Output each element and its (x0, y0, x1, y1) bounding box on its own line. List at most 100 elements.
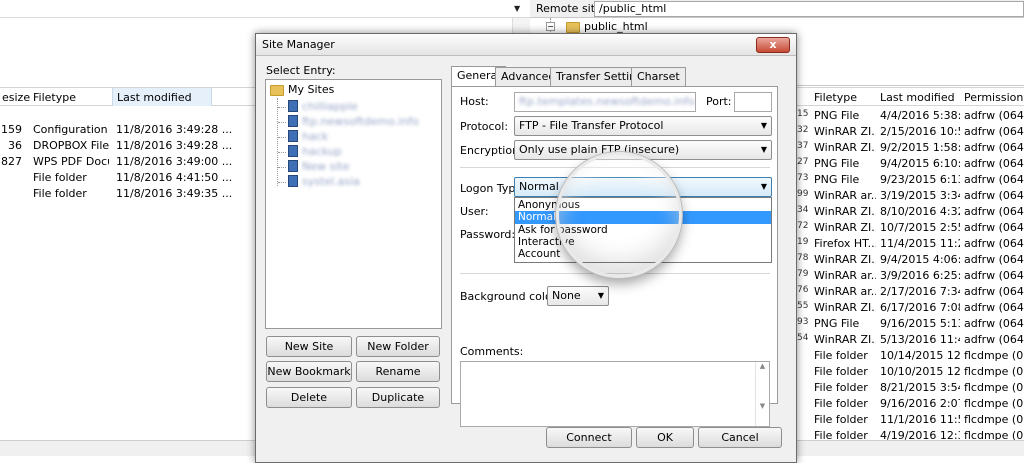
table-row[interactable]: 99 WinRAR ar... 3/19/2015 3:34:... adfrw (0… (790, 188, 1024, 204)
table-row[interactable]: 54 WinRAR ZI... 5/13/2016 11:4... adfrw (06… (790, 332, 1024, 348)
table-row[interactable]: File folder 11/8/2016 3:49:35 ... (0, 186, 256, 202)
ok-button[interactable]: OK (636, 427, 694, 448)
divider (460, 167, 770, 168)
table-row[interactable]: 34 WinRAR ZI... 8/10/2016 4:32:... adfrw (0… (790, 204, 1024, 220)
protocol-select[interactable]: FTP - File Transfer Protocol ▼ (514, 116, 772, 136)
table-row[interactable]: 36 DROPBOX File 11/8/2016 3:49:28 ... (0, 138, 256, 154)
tab-charset[interactable]: Charset (631, 67, 686, 86)
cell-filesize: 36 (8, 139, 22, 152)
column-header-filetype[interactable]: Filetype (33, 91, 76, 104)
table-row[interactable]: File folder 8/21/2015 3:54:... flcdmpe (07… (790, 380, 1024, 396)
table-row[interactable]: 27 PNG File 9/4/2015 6:10:5... adfrw (0644) (790, 156, 1024, 172)
close-button[interactable]: x (756, 37, 790, 53)
duplicate-button[interactable]: Duplicate (356, 387, 440, 408)
table-row[interactable]: File folder 10/14/2015 12:... flcdmpe (075… (790, 348, 1024, 364)
table-row[interactable]: 72 WinRAR ZI... 10/7/2015 2:55:... adfrw (0… (790, 220, 1024, 236)
host-input[interactable]: ftp.templates.newsoftdemo.info (514, 92, 696, 112)
cell-filesize: 72 (797, 221, 809, 231)
tree-line (277, 98, 278, 186)
table-row[interactable]: 159 Configuration ... 11/8/2016 3:49:28 ..… (0, 122, 256, 138)
column-header-permissions[interactable]: Permissions (964, 91, 1024, 104)
cell-last-modified: 5/13/2016 11:4... (880, 333, 960, 346)
cell-permissions: adfrw (0644) (964, 157, 1024, 170)
logon-option-account[interactable]: Account (515, 248, 771, 261)
encryption-select[interactable]: Only use plain FTP (insecure) ▼ (514, 140, 772, 160)
tree-line (278, 152, 286, 153)
cell-last-modified: 11/8/2016 3:49:28 ... (116, 123, 233, 136)
cell-filesize: 159 (1, 123, 22, 136)
background-color-select[interactable]: None ▼ (547, 286, 609, 306)
cell-permissions: flcdmpe (0755) (964, 397, 1024, 410)
comments-textarea[interactable]: ▲ ▼ (460, 361, 770, 427)
table-row[interactable]: File folder 11/1/2016 11:5... flcdmpe (075… (790, 412, 1024, 428)
table-row[interactable]: File folder 10/10/2015 12:... flcdmpe (075… (790, 364, 1024, 380)
cell-filesize: 73 (797, 173, 809, 183)
tree-node-public-html[interactable]: public_html (566, 20, 648, 33)
cell-permissions: flcdmpe (0755) (964, 365, 1024, 378)
delete-button[interactable]: Delete (266, 387, 352, 408)
table-row[interactable]: 19 Firefox HT... 11/4/2015 11:2... adfrw (0… (790, 236, 1024, 252)
cancel-button[interactable]: Cancel (698, 427, 782, 448)
table-row[interactable]: 55 WinRAR ZI... 6/17/2016 7:08:... adfrw (0… (790, 300, 1024, 316)
cell-filesize: 32 (797, 125, 809, 135)
new-folder-button[interactable]: New Folder (356, 336, 440, 357)
cell-permissions: adfrw (0644) (964, 237, 1024, 250)
site-name: chilliapple (302, 100, 358, 113)
port-input[interactable] (734, 92, 772, 112)
user-label: User: (460, 205, 489, 218)
cell-last-modified: 11/1/2016 11:5... (880, 413, 960, 426)
table-row[interactable]: 73 PNG File 9/23/2015 6:13:... adfrw (0644) (790, 172, 1024, 188)
cell-last-modified: 11/8/2016 3:49:00 ... (116, 155, 233, 168)
site-name: hack (302, 130, 329, 143)
remote-site-input[interactable]: /public_html (594, 1, 1024, 17)
column-header-filetype[interactable]: Filetype (814, 91, 857, 104)
scrollbar[interactable]: ▲ ▼ (755, 362, 769, 426)
cell-last-modified: 3/19/2015 3:34:... (880, 189, 960, 202)
cell-permissions: flcdmpe (0755) (964, 381, 1024, 394)
rename-button[interactable]: Rename (356, 361, 440, 382)
cell-last-modified: 10/14/2015 12:... (880, 349, 960, 362)
dialog-title: Site Manager (262, 38, 335, 51)
cell-filetype: WinRAR ar... (814, 189, 876, 202)
table-row[interactable]: File folder 11/8/2016 4:41:50 ... (0, 170, 256, 186)
table-row[interactable]: File folder 9/16/2016 2:07:... flcdmpe (07… (790, 396, 1024, 412)
table-row[interactable]: 37 WinRAR ZI... 9/2/2015 1:58:5... adfrw (0… (790, 140, 1024, 156)
new-bookmark-button[interactable]: New Bookmark (266, 361, 352, 382)
dropdown-arrow-icon: ▼ (760, 145, 767, 154)
table-row[interactable]: 76 WinRAR ar... 2/17/2016 7:34:... adfrw (0… (790, 284, 1024, 300)
dropdown-arrow-icon[interactable]: ▼ (514, 4, 520, 13)
cell-permissions: adfrw (0644) (964, 285, 1024, 298)
table-row[interactable]: 79 WinRAR ar... 3/9/2016 6:25:1... adfrw (0… (790, 268, 1024, 284)
background-color-label: Background color: (460, 290, 560, 303)
table-row[interactable]: 32 WinRAR ZI... 2/15/2016 10:5... adfrw (06… (790, 124, 1024, 140)
logon-type-select[interactable]: Normal ▼ (514, 177, 772, 197)
table-row[interactable]: 5,827 WPS PDF Docu... 11/8/2016 3:49:00 ..… (0, 154, 256, 170)
cell-filetype: WinRAR ZI... (814, 253, 876, 266)
site-tree[interactable]: My Sites chilliapple ftp.newsoftdemo.info… (265, 79, 442, 329)
dropdown-arrow-icon: ▼ (760, 182, 767, 191)
cell-last-modified: 4/4/2016 5:38:0... (880, 109, 960, 122)
cell-last-modified: 3/9/2016 6:25:1... (880, 269, 960, 282)
cell-permissions: adfrw (0644) (964, 253, 1024, 266)
column-header-last-modified[interactable]: Last modified (112, 88, 212, 106)
logon-option-normal[interactable]: Normal (515, 211, 771, 224)
connect-button[interactable]: Connect (546, 427, 632, 448)
column-header-last-modified[interactable]: Last modified (880, 91, 955, 104)
cell-filetype: WPS PDF Docu... (33, 155, 109, 168)
table-row[interactable]: 93 PNG File 9/16/2015 5:13:... adfrw (0644) (790, 316, 1024, 332)
new-site-button[interactable]: New Site (266, 336, 352, 357)
tree-expander-icon[interactable]: − (546, 22, 555, 31)
cell-filesize: 27 (797, 157, 809, 167)
cell-permissions: adfrw (0644) (964, 317, 1024, 330)
column-header-filesize[interactable]: esize (2, 91, 30, 104)
comments-label: Comments: (460, 345, 524, 358)
site-name: hackup (302, 145, 342, 158)
table-row[interactable]: 15 PNG File 4/4/2016 5:38:0... adfrw (0644) (790, 108, 1024, 124)
cell-filetype: Firefox HT... (814, 237, 876, 250)
table-row[interactable]: 78 WinRAR ZI... 9/4/2015 4:06:2... adfrw (0… (790, 252, 1024, 268)
tree-root-my-sites[interactable]: My Sites (270, 83, 334, 96)
remote-site-bar: Remote site: /public_html (530, 0, 1024, 18)
cell-filetype: File folder (814, 381, 868, 394)
tree-line (278, 167, 286, 168)
site-name: ftp.newsoftdemo.info (302, 115, 419, 128)
